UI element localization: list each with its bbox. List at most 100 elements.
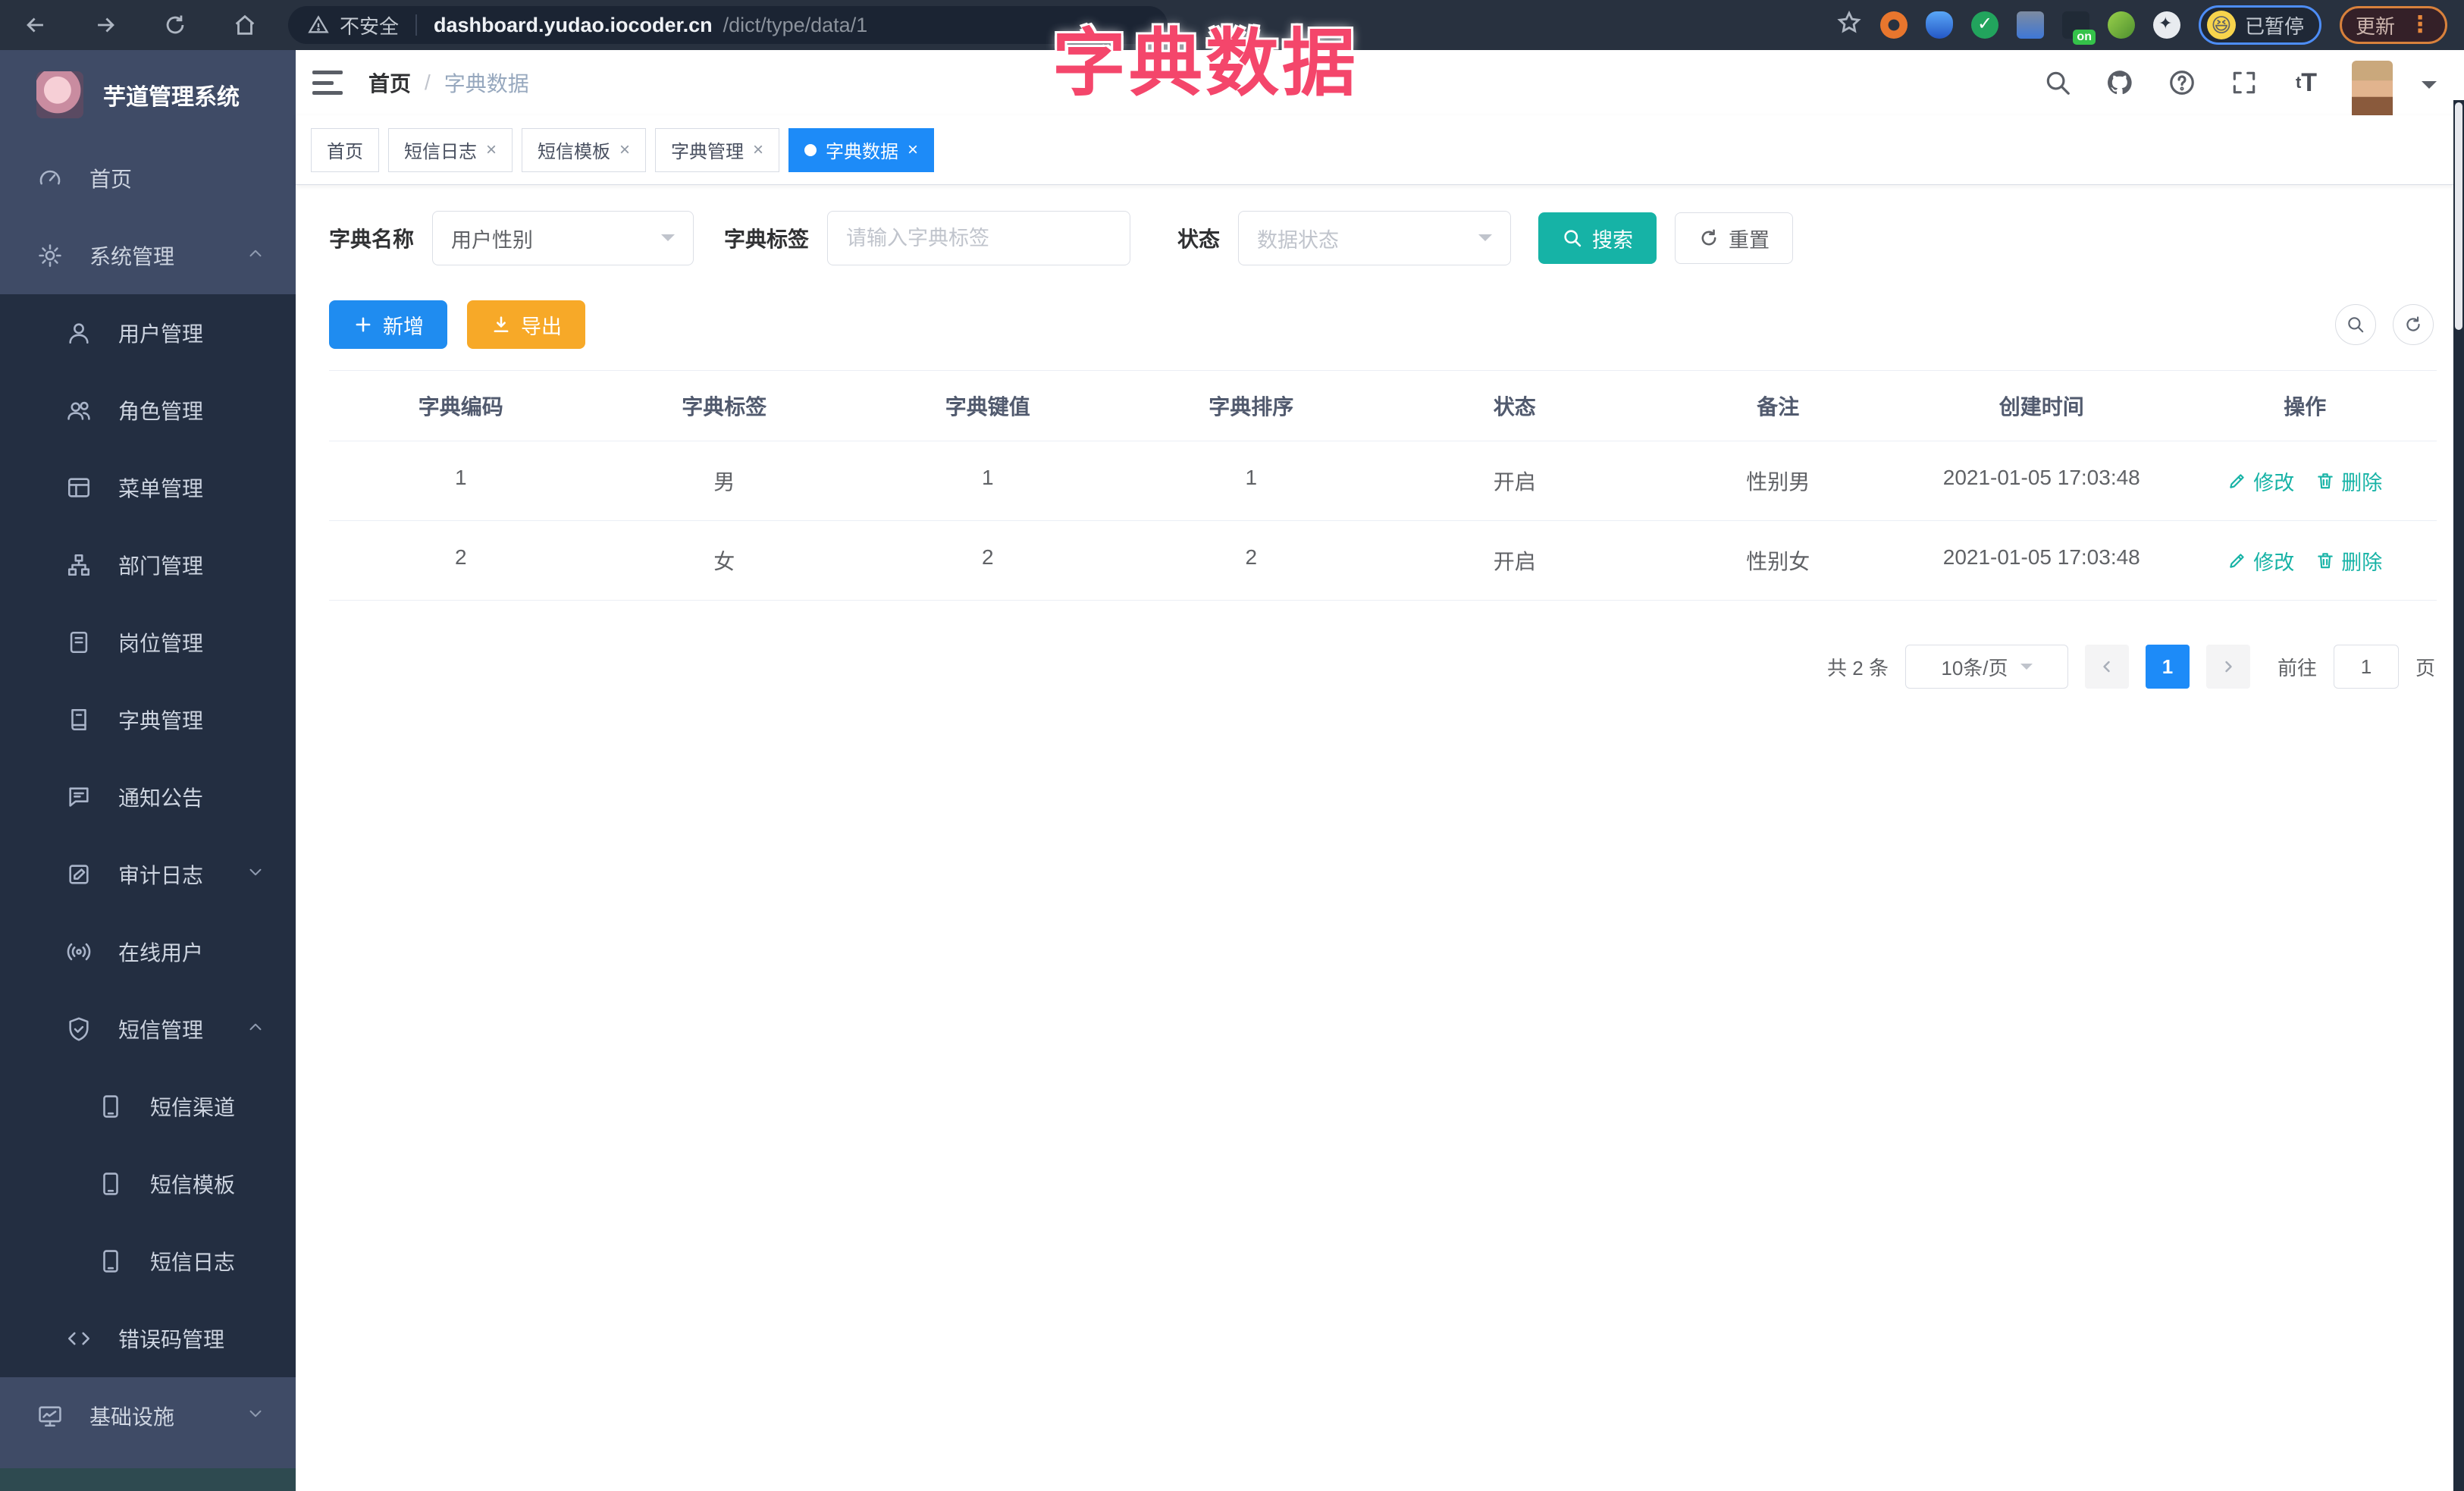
tab-sms-template[interactable]: 短信模板 × bbox=[522, 127, 647, 172]
scrollbar-thumb[interactable] bbox=[2455, 102, 2462, 330]
fullscreen-icon[interactable] bbox=[2227, 66, 2261, 99]
extension-icon-puzzle[interactable] bbox=[2152, 11, 2180, 39]
browser-scrollbar[interactable] bbox=[2453, 100, 2464, 1491]
tab-close-icon[interactable]: × bbox=[753, 140, 763, 159]
browser-reload-icon[interactable] bbox=[161, 11, 190, 39]
github-icon[interactable] bbox=[2103, 66, 2136, 99]
toggle-search-button[interactable] bbox=[2335, 304, 2376, 345]
breadcrumb-home[interactable]: 首页 bbox=[368, 67, 411, 98]
dict-name-select[interactable]: 用户性别 bbox=[432, 211, 694, 265]
sidebar-item-system[interactable]: 系统管理 bbox=[0, 217, 296, 294]
online-users-icon bbox=[65, 938, 92, 965]
font-size-icon[interactable]: tT bbox=[2290, 66, 2323, 99]
sidebar-item-dict[interactable]: 字典管理 bbox=[0, 681, 296, 758]
browser-home-icon[interactable] bbox=[230, 11, 259, 39]
tag-tabs-bar: 首页 短信日志 × 短信模板 × 字典管理 × 字典数据 × bbox=[296, 115, 2464, 185]
search-button[interactable]: 搜索 bbox=[1538, 212, 1657, 264]
sidebar-item-users[interactable]: 用户管理 bbox=[0, 294, 296, 372]
reset-button[interactable]: 重置 bbox=[1675, 212, 1794, 264]
status-label: 状态 bbox=[1177, 228, 1221, 251]
sidebar-item-infrastructure[interactable]: 基础设施 bbox=[0, 1377, 296, 1455]
phone-icon bbox=[97, 1093, 124, 1120]
hamburger-icon[interactable] bbox=[311, 67, 344, 98]
bookmark-star-icon[interactable] bbox=[1836, 10, 1862, 41]
status-select[interactable]: 数据状态 bbox=[1238, 211, 1512, 265]
sidebar-item-error-codes[interactable]: 错误码管理 bbox=[0, 1300, 296, 1377]
sidebar-item-posts[interactable]: 岗位管理 bbox=[0, 604, 296, 681]
tab-close-icon[interactable]: × bbox=[908, 140, 918, 159]
tab-dict-data[interactable]: 字典数据 × bbox=[788, 127, 935, 172]
next-page-button[interactable] bbox=[2205, 645, 2250, 689]
dict-tag-input[interactable] bbox=[846, 226, 1112, 250]
security-warning-icon bbox=[308, 15, 329, 33]
announcement-icon bbox=[65, 783, 92, 811]
extension-icon-green-check[interactable] bbox=[1970, 11, 1998, 39]
tab-sms-log[interactable]: 短信日志 × bbox=[388, 127, 513, 172]
refresh-icon bbox=[2406, 316, 2420, 331]
edit-link[interactable]: 修改 bbox=[2227, 545, 2294, 576]
sidebar-item-online-users[interactable]: 在线用户 bbox=[0, 913, 296, 990]
table-toolbar: 新增 导出 bbox=[329, 300, 2437, 349]
extension-icon-orange[interactable] bbox=[1879, 11, 1908, 39]
trash-icon bbox=[2318, 553, 2333, 569]
add-button[interactable]: 新增 bbox=[329, 300, 447, 349]
extension-on-badge: on bbox=[2073, 30, 2096, 45]
sidebar-item-sms-template[interactable]: 短信模板 bbox=[0, 1145, 296, 1223]
col-header-value: 字典键值 bbox=[945, 395, 1030, 419]
refresh-table-button[interactable] bbox=[2393, 304, 2434, 345]
chevron-right-icon bbox=[2225, 661, 2232, 673]
audit-log-icon bbox=[65, 861, 92, 888]
phone-icon bbox=[97, 1248, 124, 1275]
tab-home[interactable]: 首页 bbox=[311, 127, 379, 172]
page-number-1[interactable]: 1 bbox=[2145, 645, 2190, 689]
sidebar-item-announcements[interactable]: 通知公告 bbox=[0, 758, 296, 836]
search-icon[interactable] bbox=[2041, 66, 2074, 99]
sidebar-logo[interactable]: 芋道管理系统 bbox=[0, 50, 296, 140]
sidebar-item-menus[interactable]: 菜单管理 bbox=[0, 449, 296, 526]
page-size-select[interactable]: 10条/页 bbox=[1904, 645, 2068, 689]
goto-page-input[interactable] bbox=[2333, 645, 2399, 689]
sidebar-bottom-edge bbox=[0, 1468, 296, 1491]
security-label[interactable]: 不安全 bbox=[340, 11, 399, 39]
sidebar-item-home[interactable]: 首页 bbox=[0, 140, 296, 217]
browser-back-icon[interactable] bbox=[21, 11, 50, 39]
tab-close-icon[interactable]: × bbox=[486, 140, 497, 159]
top-navbar: 首页 / 字典数据 tT bbox=[296, 50, 2464, 126]
table-row: 2 女 2 2 开启 性别女 2021-01-05 17:03:48 修改 删除 bbox=[329, 521, 2437, 601]
delete-link[interactable]: 删除 bbox=[2315, 545, 2382, 576]
export-button[interactable]: 导出 bbox=[467, 300, 585, 349]
edit-pencil-icon bbox=[2230, 474, 2244, 488]
help-icon[interactable] bbox=[2165, 66, 2199, 99]
prev-page-button[interactable] bbox=[2084, 645, 2129, 689]
chevron-up-icon bbox=[246, 243, 265, 268]
edit-link[interactable]: 修改 bbox=[2227, 466, 2294, 496]
trash-icon bbox=[2318, 473, 2333, 489]
browser-update-button[interactable]: 更新 ⋮ bbox=[2339, 6, 2447, 44]
monitor-icon bbox=[36, 1402, 64, 1430]
avatar-caret-icon[interactable] bbox=[2422, 81, 2437, 96]
dict-book-icon bbox=[65, 706, 92, 733]
extension-icon-green[interactable] bbox=[2107, 11, 2135, 39]
browser-forward-icon[interactable] bbox=[91, 11, 120, 39]
sidebar-item-sms[interactable]: 短信管理 bbox=[0, 990, 296, 1068]
tab-dict-manage[interactable]: 字典管理 × bbox=[655, 127, 780, 172]
extension-icon-blue-gray[interactable] bbox=[2016, 11, 2044, 39]
chevron-up-icon bbox=[246, 1017, 265, 1042]
select-arrow-icon bbox=[1478, 234, 1493, 248]
extension-icon-dark-on[interactable]: on bbox=[2061, 11, 2096, 45]
address-bar[interactable]: 不安全 dashboard.yudao.iocoder.cn/dict/type… bbox=[288, 6, 1168, 44]
extension-icon-blue-drop[interactable] bbox=[1925, 11, 1953, 39]
delete-link[interactable]: 删除 bbox=[2315, 466, 2382, 496]
col-header-created: 创建时间 bbox=[1998, 395, 2084, 419]
code-icon bbox=[65, 1325, 92, 1352]
sidebar-item-departments[interactable]: 部门管理 bbox=[0, 526, 296, 604]
profile-paused-button[interactable]: 😆 已暂停 bbox=[2198, 5, 2321, 45]
update-label: 更新 bbox=[2355, 14, 2395, 38]
menu-table-icon bbox=[65, 474, 92, 501]
sidebar-item-sms-channel[interactable]: 短信渠道 bbox=[0, 1068, 296, 1145]
tab-close-icon[interactable]: × bbox=[619, 140, 630, 159]
sidebar-item-sms-log[interactable]: 短信日志 bbox=[0, 1223, 296, 1300]
sidebar-item-roles[interactable]: 角色管理 bbox=[0, 372, 296, 449]
browser-menu-kebab-icon[interactable]: ⋮ bbox=[2409, 14, 2431, 36]
sidebar-item-audit-log[interactable]: 审计日志 bbox=[0, 836, 296, 913]
